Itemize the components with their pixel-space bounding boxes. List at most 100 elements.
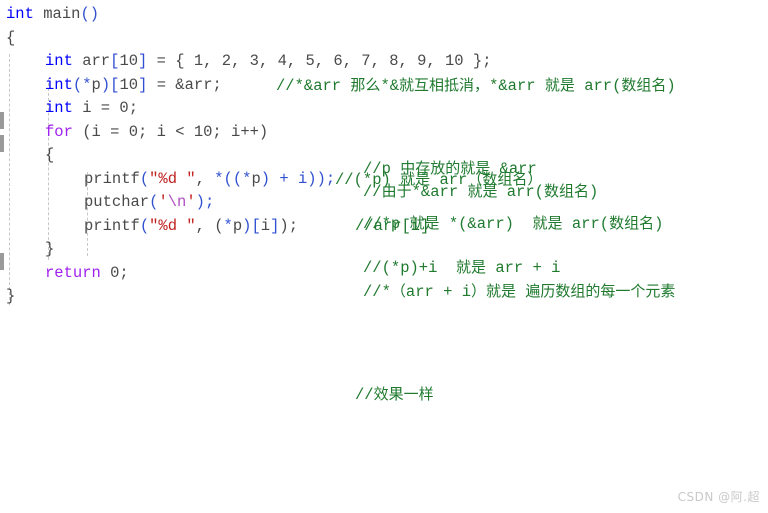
floating-comment: //(*p)+i 就是 arr + i — [363, 256, 560, 280]
code-token: 10 — [119, 52, 139, 70]
comment-text: //*p — [363, 215, 410, 233]
comment-text: *&arr — [411, 183, 468, 201]
change-bar — [0, 135, 4, 152]
code-line[interactable]: { — [45, 144, 54, 168]
code-token: { — [6, 28, 16, 47]
code-line[interactable]: putchar('\n'); — [84, 191, 214, 215]
comment-text: // — [363, 183, 382, 201]
code-line[interactable]: int i = 0; — [45, 97, 138, 121]
comment-text: 就是 — [544, 75, 575, 94]
comment-text: 就是 — [532, 214, 563, 232]
comment-text: ）就是 — [471, 282, 517, 300]
comment-text: 那么 — [350, 75, 381, 94]
comment-text: （ — [390, 282, 406, 300]
code-line[interactable]: int main() — [6, 3, 99, 27]
code-line[interactable]: return 0; — [45, 262, 129, 286]
comment-text: *&arr — [489, 76, 545, 95]
code-token: [ — [251, 216, 261, 235]
code-token: ( — [139, 169, 150, 188]
comment-text: 数组名 — [543, 182, 589, 200]
code-token: ( — [72, 75, 83, 94]
comment-text: arr( — [497, 183, 544, 201]
code-line[interactable]: { — [6, 27, 15, 51]
code-token: int — [6, 5, 34, 23]
code-token: = { 1, 2, 3, 4, 5, 6, 7, 8, 9, 10 }; — [147, 52, 492, 70]
comment-text: // — [355, 386, 374, 404]
floating-comment: //效果一样 — [355, 383, 434, 407]
comment-text: //p — [363, 160, 401, 178]
code-token: return — [45, 263, 101, 282]
code-token: *(( — [214, 169, 243, 188]
code-token: for — [45, 122, 73, 141]
code-token: 10 — [119, 75, 139, 94]
comment-text: *(&arr) — [439, 215, 533, 233]
code-token: () — [80, 5, 100, 23]
comment-text: 就是 — [409, 214, 440, 232]
code-token: arr — [72, 52, 111, 70]
code-token: * — [82, 75, 92, 94]
code-token: "%d " — [149, 216, 196, 235]
code-token: } — [45, 240, 55, 258]
code-token: ( — [139, 216, 150, 235]
code-line[interactable]: printf("%d ", (*p)[i]); — [84, 215, 298, 239]
code-token: printf — [84, 216, 140, 235]
code-line[interactable]: printf("%d ", *((*p) + i)); — [84, 168, 335, 192]
comment-text: arr + i — [405, 283, 472, 301]
code-token: p — [251, 169, 261, 188]
floating-comment: //*p 就是 *(&arr) 就是 arr(数组名) — [363, 212, 663, 236]
code-token: i = 0; — [72, 99, 139, 117]
comment-text: 遍历数组的每一个元素 — [525, 282, 676, 300]
code-token: { — [45, 146, 55, 164]
code-token: ' — [158, 193, 168, 211]
code-line[interactable]: } — [45, 238, 54, 262]
code-token: ' — [186, 193, 196, 211]
comment-text: //(*p)+i — [363, 259, 457, 277]
code-token: = &arr; — [147, 75, 222, 94]
code-token: ] — [138, 52, 148, 70]
comment-text: 就是 — [467, 182, 498, 200]
floating-comment: //由于*&arr 就是 arr(数组名) — [363, 180, 598, 204]
comment-text: ) — [654, 215, 664, 233]
code-token: p — [91, 75, 101, 94]
trailing-comment: //*&arr 那么*&就互相抵消，*&arr 就是 arr(数组名) — [276, 74, 676, 98]
floating-comment: //*（arr + i）就是 遍历数组的每一个元素 — [363, 280, 675, 304]
code-token: ); — [195, 193, 215, 211]
comment-text: arr( — [574, 76, 622, 95]
code-token: , — [195, 169, 215, 188]
code-token: int — [45, 99, 73, 117]
comment-text: &arr — [490, 160, 537, 178]
code-token: printf — [84, 169, 140, 188]
code-token: "%d " — [149, 169, 196, 188]
code-token: , ( — [195, 216, 224, 235]
comment-text: 中存放的就是 — [400, 159, 491, 177]
code-token: * — [223, 216, 233, 235]
code-line[interactable]: int(*p)[10] = &arr; — [45, 74, 222, 98]
comment-text: 效果一样 — [373, 385, 434, 403]
comment-text: 就互相抵消， — [399, 75, 490, 94]
code-token: main — [43, 5, 81, 23]
code-token: i — [260, 216, 271, 235]
comment-text: 数组名 — [621, 75, 667, 94]
floating-comment: //p 中存放的就是 &arr — [363, 157, 537, 181]
code-line[interactable]: for (i = 0; i < 10; i++) — [45, 121, 268, 145]
change-bar — [0, 112, 4, 129]
code-editor[interactable]: int main(){int arr[10] = { 1, 2, 3, 4, 5… — [0, 0, 768, 513]
code-token: (i = 0; i < 10; i++) — [72, 122, 269, 141]
comment-text: arr( — [562, 215, 610, 233]
comment-text: //*&arr — [276, 76, 351, 95]
code-token: putchar — [84, 193, 150, 211]
code-token: ) + i)); — [260, 169, 336, 188]
code-token: \n — [167, 193, 187, 211]
code-line[interactable]: } — [6, 285, 15, 309]
comment-text: ) — [666, 76, 676, 95]
code-token: } — [6, 287, 16, 305]
comment-text: *& — [380, 76, 400, 95]
comment-text — [516, 283, 525, 301]
code-line[interactable]: int arr[10] = { 1, 2, 3, 4, 5, 6, 7, 8, … — [45, 50, 492, 74]
indent-guide — [9, 54, 10, 305]
code-token: int — [45, 52, 73, 70]
comment-text: //* — [363, 283, 391, 301]
comment-text: 数组名 — [609, 214, 655, 232]
change-bar — [0, 253, 4, 270]
